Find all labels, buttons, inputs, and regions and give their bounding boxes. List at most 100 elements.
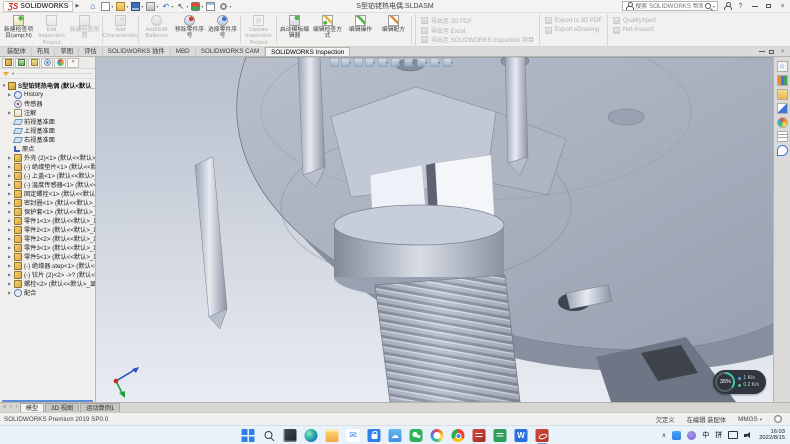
taskbar-store[interactable]: [368, 429, 381, 442]
edit-operation-button[interactable]: 编辑操作: [344, 14, 377, 46]
quick-tips-icon[interactable]: [774, 415, 782, 423]
apply-scene-icon[interactable]: ▾: [430, 58, 440, 67]
units-selector[interactable]: MMGS▾: [738, 416, 762, 423]
doc-minimize-button[interactable]: [759, 51, 765, 52]
tree-component[interactable]: 密封圈<1> (默认<<默认>_显示状: [0, 198, 95, 207]
export-excel-button[interactable]: 导出至 Excel: [421, 26, 534, 36]
tree-front-plane[interactable]: 前视基准面: [0, 117, 95, 126]
solidworks-forum-tab[interactable]: [777, 145, 788, 156]
search-input[interactable]: [635, 3, 703, 10]
export-edrawing-button[interactable]: Export eDrawing: [545, 26, 602, 36]
view-tab-scroll-first[interactable]: «: [1, 403, 8, 412]
qualityxpert-button[interactable]: QualityXpert: [613, 16, 656, 26]
panel-overflow-tab[interactable]: »: [67, 58, 79, 68]
tree-root-assembly[interactable]: S型铂铑热电偶 (默认<默认_显示状态-1>: [0, 81, 95, 90]
close-button[interactable]: ×: [778, 2, 787, 11]
tree-mates[interactable]: 配合: [0, 288, 95, 297]
export-3d-pdf-button[interactable]: Export to 3D PDF: [545, 16, 602, 26]
appearances-scenes-tab[interactable]: [777, 117, 788, 128]
view-palette-tab[interactable]: [777, 103, 788, 114]
taskbar-reader[interactable]: [473, 429, 486, 442]
tree-origin[interactable]: 原点: [0, 144, 95, 153]
section-view-icon[interactable]: ▾: [365, 58, 375, 67]
tree-right-plane[interactable]: 右视基准面: [0, 135, 95, 144]
taskbar-solidworks[interactable]: [536, 429, 549, 442]
ime-chinese-indicator[interactable]: 中: [702, 430, 709, 440]
tab-evaluate[interactable]: 评估: [79, 47, 103, 56]
new-inspection-view-button[interactable]: 新建检查视图: [68, 14, 101, 46]
view-settings-icon[interactable]: ▾: [443, 58, 453, 67]
search-dropdown-icon[interactable]: ▾: [713, 4, 715, 9]
tree-component[interactable]: 固定螺栓<1> (默认<<默认>_显示: [0, 189, 95, 198]
save-button[interactable]: ▾: [130, 2, 144, 11]
undo-button[interactable]: ▾: [160, 2, 174, 11]
taskbar-360-browser[interactable]: [431, 429, 444, 442]
doc-restore-button[interactable]: [769, 50, 774, 54]
taskbar-start[interactable]: [242, 429, 255, 442]
add-characteristic-button[interactable]: Add Characteristic: [104, 14, 137, 46]
displaymanager-tab[interactable]: [54, 58, 66, 68]
solidworks-menu-button[interactable]: ƷS SOLIDWORKS: [3, 1, 73, 12]
taskbar-wps[interactable]: [515, 429, 528, 442]
design-library-tab[interactable]: [777, 75, 788, 86]
help-button[interactable]: ?: [736, 2, 745, 11]
tab-assembly[interactable]: 装配体: [2, 47, 32, 56]
motion-study-tab[interactable]: 运动算例1: [80, 403, 120, 412]
menu-flyout-arrow-icon[interactable]: ▶: [75, 3, 79, 9]
select-button[interactable]: ▾: [175, 2, 189, 11]
tree-component[interactable]: 保护套<1> (默认<<默认>_显示状: [0, 207, 95, 216]
hide-show-items-icon[interactable]: ▾: [404, 58, 414, 67]
new-file-button[interactable]: ▾: [100, 2, 114, 11]
login-user-icon[interactable]: [723, 2, 731, 10]
rebuild-button[interactable]: ▾: [190, 2, 204, 11]
tree-top-plane[interactable]: 上视基准面: [0, 126, 95, 135]
tab-layout[interactable]: 布局: [32, 47, 56, 56]
tab-addins[interactable]: SOLIDWORKS 插件: [103, 47, 171, 56]
taskbar-chrome[interactable]: [452, 429, 465, 442]
new-inspection-project-button[interactable]: 新建检查项目(amp;N): [2, 14, 35, 46]
tree-component[interactable]: (-) 绝缘器.step<1> (默认<<默认>: [0, 261, 95, 270]
taskbar-photos[interactable]: [284, 429, 297, 442]
home-button[interactable]: [87, 2, 99, 11]
speed-monitor-widget[interactable]: 35% 1 K/s 0.2 K/s: [713, 370, 766, 394]
tab-sketch[interactable]: 草图: [55, 47, 79, 56]
filter-dropdown-icon[interactable]: ▾: [12, 71, 14, 77]
tree-component[interactable]: (-) 绝缘垫片<1> (默认<<默认>_显: [0, 162, 95, 171]
display-style-icon[interactable]: ▾: [391, 58, 401, 67]
file-explorer-tab[interactable]: [777, 89, 788, 100]
open-file-button[interactable]: ▾: [115, 2, 129, 11]
zoom-area-icon[interactable]: ▾: [341, 58, 351, 67]
print-button[interactable]: ▾: [145, 2, 159, 11]
tree-component[interactable]: 零件3<1> (默认<<默认>_显示状: [0, 243, 95, 252]
tree-component[interactable]: (-) 上盖<1> (默认<<默认>_显示状: [0, 171, 95, 180]
filter-input-line[interactable]: [17, 73, 92, 74]
taskbar-explorer[interactable]: [326, 429, 339, 442]
edit-inspection-project-button[interactable]: Edit Inspection Project: [35, 14, 68, 46]
file-properties-button[interactable]: [205, 2, 217, 11]
add-edit-balloons-button[interactable]: Add/Edit Balloons: [140, 14, 173, 46]
3d-model[interactable]: [96, 57, 790, 402]
solidworks-resources-tab[interactable]: ⌂: [777, 61, 788, 72]
export-2d-pdf-button[interactable]: 导出至 2D PDF: [421, 16, 534, 26]
zoom-fit-icon[interactable]: [330, 58, 338, 67]
propertymanager-tab[interactable]: [15, 58, 27, 68]
launch-template-editor-button[interactable]: 启动模板编辑器: [278, 14, 311, 46]
tab-inspection[interactable]: SOLIDWORKS Inspection: [265, 47, 350, 56]
tree-sensors[interactable]: 传感器: [0, 99, 95, 108]
taskbar-edge[interactable]: [305, 429, 318, 442]
tree-history[interactable]: History: [0, 90, 95, 99]
tray-cloud-icon[interactable]: [672, 431, 681, 440]
3d-views-tab[interactable]: 3D 视图: [45, 403, 79, 412]
tree-component[interactable]: 零件2<1> (默认<<默认>_显示状: [0, 225, 95, 234]
edit-appearance-icon[interactable]: ▾: [417, 58, 427, 67]
tree-component[interactable]: (-) 温度传感器<1> (默认<<默认>_: [0, 180, 95, 189]
doc-close-button[interactable]: ×: [778, 49, 787, 55]
edit-recipe-button[interactable]: 编辑配方: [377, 14, 410, 46]
tab-mbd[interactable]: MBD: [171, 47, 196, 56]
tree-filter[interactable]: ▾: [0, 69, 95, 79]
taskbar-clock[interactable]: 16:03 2022/8/15: [759, 429, 785, 442]
cast-icon[interactable]: [728, 431, 738, 439]
help-search-box[interactable]: ▾: [622, 1, 718, 11]
custom-properties-tab[interactable]: [777, 131, 788, 142]
taskbar-search[interactable]: [263, 429, 276, 442]
